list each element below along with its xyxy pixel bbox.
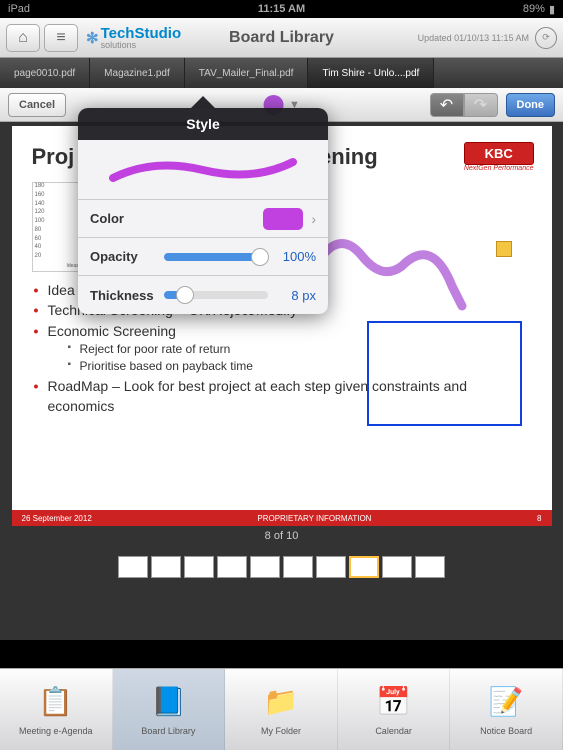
stroke-preview [78, 140, 328, 200]
sticky-note[interactable] [496, 241, 512, 257]
agenda-icon: 📋 [38, 684, 74, 720]
thumb[interactable] [151, 556, 181, 578]
thumbnail-strip [118, 556, 445, 578]
list-button[interactable]: ≡ [44, 24, 78, 52]
thumb[interactable] [118, 556, 148, 578]
color-swatch [263, 208, 303, 230]
done-button[interactable]: Done [506, 93, 556, 117]
library-icon: 📘 [150, 684, 186, 720]
tab-tim-shire[interactable]: Tim Shire - Unlo....pdf [308, 58, 434, 88]
status-bar: iPad 11:15 AM 89% ▮ [0, 0, 563, 18]
kbc-logo: KBC NextGen Performance [464, 142, 534, 172]
atom-icon: ✻ [86, 29, 99, 47]
tab-meeting-agenda[interactable]: 📋 Meeting e-Agenda [0, 669, 113, 750]
thumb[interactable] [283, 556, 313, 578]
tab-page0010[interactable]: page0010.pdf [0, 58, 90, 88]
sync-button[interactable]: ⟳ [535, 27, 557, 49]
opacity-value: 100% [276, 249, 316, 264]
thumb[interactable] [217, 556, 247, 578]
undo-button[interactable]: ↶ [430, 93, 464, 117]
folder-icon: 📁 [263, 684, 299, 720]
color-row[interactable]: Color › [78, 200, 328, 238]
chevron-right-icon: › [311, 211, 316, 227]
tab-notice-board[interactable]: 📝 Notice Board [450, 669, 563, 750]
notice-icon: 📝 [488, 684, 524, 720]
battery-label: 89% [523, 3, 545, 15]
home-button[interactable]: ⌂ [6, 24, 40, 52]
list-icon: ≡ [56, 29, 65, 47]
tab-magazine1[interactable]: Magazine1.pdf [90, 58, 185, 88]
updated-label: Updated 01/10/13 11:15 AM [418, 33, 529, 43]
thumb[interactable] [415, 556, 445, 578]
thumb[interactable] [250, 556, 280, 578]
thumb[interactable] [382, 556, 412, 578]
opacity-row: Opacity 100% [78, 238, 328, 276]
thumb[interactable] [349, 556, 379, 578]
undo-icon: ↶ [440, 95, 453, 115]
nav-bar: ⌂ ≡ ✻ TechStudio solutions Board Library… [0, 18, 563, 58]
bottom-tab-bar: 📋 Meeting e-Agenda 📘 Board Library 📁 My … [0, 668, 563, 750]
tab-board-library[interactable]: 📘 Board Library [113, 669, 226, 750]
freehand-annotation [312, 226, 472, 316]
popover-title: Style [78, 108, 328, 140]
style-popover: Style Color › Opacity 100% Thickness 8 p… [78, 108, 328, 314]
document-tabs: page0010.pdf Magazine1.pdf TAV_Mailer_Fi… [0, 58, 563, 88]
cancel-button[interactable]: Cancel [8, 93, 66, 117]
sync-icon: ⟳ [542, 32, 550, 43]
redo-icon: ↷ [474, 95, 487, 115]
status-time: 11:15 AM [258, 3, 305, 15]
device-label: iPad [8, 3, 30, 15]
thumb[interactable] [184, 556, 214, 578]
thumb[interactable] [316, 556, 346, 578]
slide-footer: 26 September 2012 PROPRIETARY INFORMATIO… [12, 510, 552, 526]
app-logo: ✻ TechStudio solutions [86, 25, 181, 50]
thickness-slider[interactable] [164, 291, 268, 299]
battery-icon: ▮ [549, 3, 555, 16]
tab-calendar[interactable]: 📅 Calendar [338, 669, 451, 750]
tab-tav-mailer[interactable]: TAV_Mailer_Final.pdf [185, 58, 309, 88]
home-icon: ⌂ [18, 29, 28, 47]
page-indicator: 8 of 10 [265, 530, 299, 542]
thickness-value: 8 px [276, 288, 316, 303]
rectangle-annotation [367, 321, 522, 426]
calendar-icon: 📅 [376, 684, 412, 720]
tab-my-folder[interactable]: 📁 My Folder [225, 669, 338, 750]
thickness-row: Thickness 8 px [78, 276, 328, 314]
opacity-slider[interactable] [164, 253, 268, 261]
redo-button[interactable]: ↷ [464, 93, 498, 117]
page-title: Board Library [229, 29, 334, 47]
